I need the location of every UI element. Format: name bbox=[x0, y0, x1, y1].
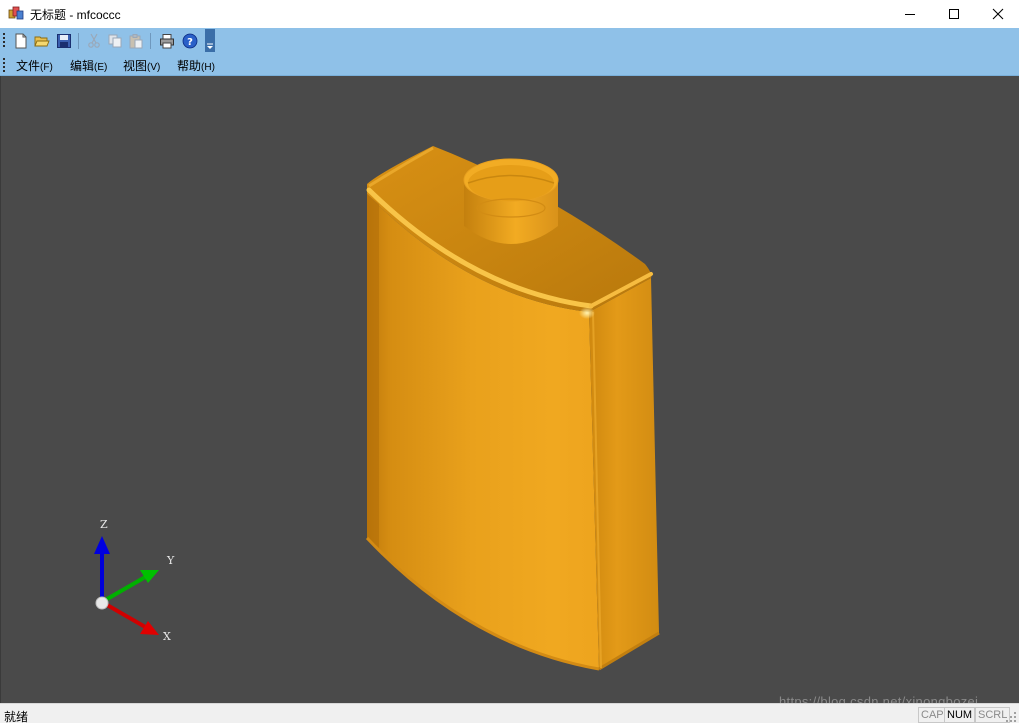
menu-file[interactable]: 文件(F) bbox=[16, 57, 53, 74]
open-folder-icon bbox=[34, 36, 50, 47]
menubar-gripper[interactable] bbox=[3, 58, 6, 74]
open-button[interactable] bbox=[32, 31, 52, 51]
x-axis-label: X bbox=[163, 630, 171, 643]
z-axis-arrow bbox=[94, 536, 110, 554]
resize-grip-icon[interactable] bbox=[1006, 712, 1017, 723]
menu-help[interactable]: 帮助(H) bbox=[177, 57, 215, 74]
new-button[interactable] bbox=[11, 31, 31, 51]
clipboard-icon bbox=[129, 34, 143, 49]
mfc-document-icon bbox=[8, 5, 24, 21]
scissors-icon bbox=[88, 33, 100, 48]
z-axis-label: Z bbox=[100, 518, 108, 531]
svg-text:?: ? bbox=[187, 37, 193, 48]
x-axis-arrow bbox=[140, 621, 159, 635]
cut-button[interactable] bbox=[84, 31, 104, 51]
minimize-icon bbox=[905, 14, 915, 15]
chevron-down-icon bbox=[207, 43, 213, 49]
caps-lock-indicator: CAP bbox=[918, 707, 947, 723]
maximize-icon bbox=[949, 9, 959, 19]
x-axis-line bbox=[100, 600, 149, 630]
menu-view[interactable]: 视图(V) bbox=[123, 57, 160, 74]
3d-viewport[interactable]: Z Y X https://blog.csdn.net/xinongbozei bbox=[0, 76, 1019, 709]
floppy-disk-icon bbox=[57, 34, 71, 48]
bottle-model[interactable] bbox=[365, 146, 660, 671]
printer-icon bbox=[160, 34, 174, 49]
minimize-button[interactable] bbox=[887, 0, 933, 28]
copy-icon bbox=[108, 34, 122, 48]
num-lock-indicator: NUM bbox=[944, 707, 976, 723]
toolbar-overflow-button[interactable] bbox=[205, 29, 215, 52]
print-button[interactable] bbox=[157, 31, 177, 51]
3d-scene: Z Y X bbox=[94, 146, 660, 671]
copy-button[interactable] bbox=[105, 31, 125, 51]
toolbar-gripper[interactable] bbox=[3, 33, 6, 49]
y-axis-label: Y bbox=[166, 554, 175, 567]
status-bar: 就绪 CAP NUM SCRL bbox=[0, 703, 1019, 723]
bottle-neck bbox=[463, 158, 559, 244]
window-title: 无标题 - mfcoccc bbox=[30, 8, 121, 22]
save-button[interactable] bbox=[54, 31, 74, 51]
title-bar[interactable]: 无标题 - mfcoccc bbox=[0, 0, 1019, 28]
paste-button[interactable] bbox=[126, 31, 146, 51]
standard-toolbar: ? bbox=[10, 29, 215, 52]
help-button[interactable]: ? bbox=[180, 31, 200, 51]
toolbar-separator bbox=[78, 33, 79, 49]
menu-edit[interactable]: 编辑(E) bbox=[70, 57, 107, 74]
y-axis-line bbox=[100, 574, 149, 604]
new-document-icon bbox=[15, 33, 27, 49]
close-icon bbox=[992, 8, 1004, 20]
question-circle-icon: ? bbox=[182, 33, 198, 49]
axis-triad: Z Y X bbox=[94, 518, 175, 643]
close-button[interactable] bbox=[975, 0, 1019, 28]
maximize-button[interactable] bbox=[931, 0, 977, 28]
command-bar: ? 文件(F) 编辑(E) 视图(V) 帮助(H) bbox=[0, 28, 1019, 76]
toolbar-separator bbox=[150, 33, 151, 49]
status-text: 就绪 bbox=[4, 710, 29, 723]
axis-origin bbox=[95, 596, 109, 610]
